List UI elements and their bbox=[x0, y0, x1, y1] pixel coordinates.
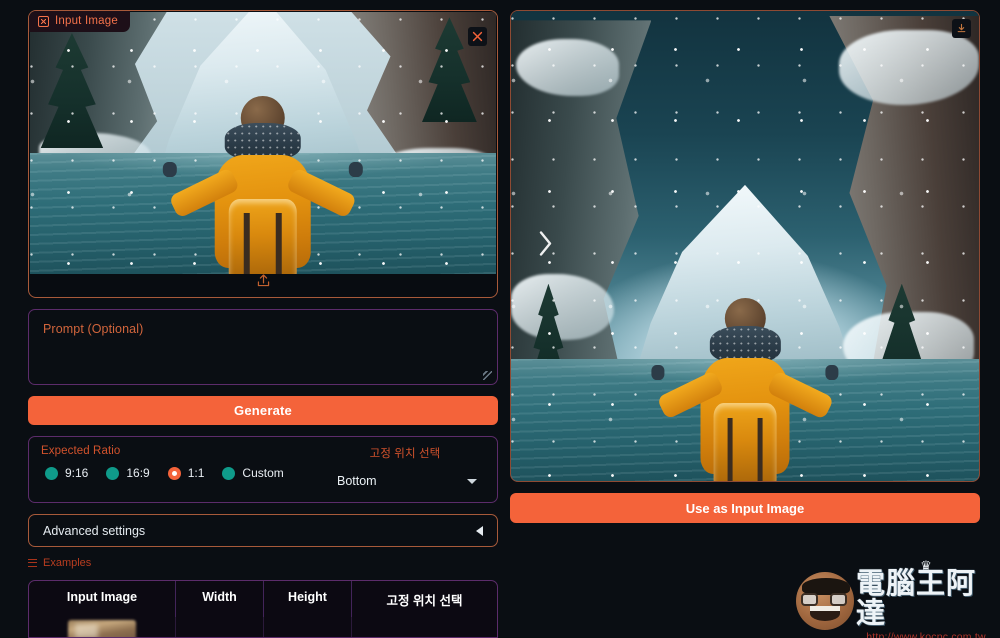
left-column: Input Image Prompt (Optional) Generate E… bbox=[28, 10, 498, 638]
right-column: Use as Input Image bbox=[510, 10, 980, 638]
right-mitten bbox=[825, 365, 839, 380]
ratio-option-label: 9:16 bbox=[65, 466, 89, 481]
chevron-down-icon[interactable] bbox=[467, 478, 477, 484]
radio-icon[interactable] bbox=[222, 466, 236, 480]
chevron-right-icon[interactable] bbox=[537, 229, 555, 264]
result-scene bbox=[511, 11, 979, 481]
cell-position bbox=[352, 617, 497, 637]
radio-icon[interactable] bbox=[106, 466, 120, 480]
position-value: Bottom bbox=[337, 474, 377, 489]
advanced-settings-toggle[interactable]: Advanced settings bbox=[28, 514, 498, 547]
examples-label: Examples bbox=[43, 556, 92, 569]
result-image-card[interactable] bbox=[510, 10, 980, 482]
input-scene bbox=[30, 12, 496, 274]
expected-ratio-label: Expected Ratio bbox=[41, 445, 121, 458]
position-label: 고정 위치 선택 bbox=[369, 448, 441, 461]
hiker-figure bbox=[162, 95, 364, 274]
position-select[interactable]: Bottom bbox=[325, 470, 485, 492]
input-image-preview bbox=[30, 12, 496, 274]
generate-button[interactable]: Generate bbox=[28, 396, 498, 426]
left-mitten bbox=[162, 161, 177, 178]
column-header-input-image: Input Image bbox=[29, 580, 176, 617]
close-icon[interactable] bbox=[468, 27, 487, 46]
prompt-placeholder: Prompt (Optional) bbox=[43, 321, 144, 336]
ratio-option-label: Custom bbox=[242, 466, 284, 481]
download-icon[interactable] bbox=[952, 19, 971, 38]
backpack bbox=[228, 198, 298, 274]
upload-row[interactable] bbox=[30, 265, 496, 296]
list-icon bbox=[28, 558, 37, 567]
table-header-row: Input Image Width Height 고정 위치 선택 bbox=[29, 580, 497, 617]
position-group: 고정 위치 선택 Bottom bbox=[325, 445, 485, 492]
chevron-left-icon[interactable] bbox=[476, 525, 483, 536]
input-image-tag: Input Image bbox=[29, 11, 130, 32]
left-mitten bbox=[651, 365, 665, 380]
ratio-option-1-1[interactable]: 1:1 bbox=[167, 466, 205, 481]
ratio-radio-row: 9:16 16:9 1:1 Custom bbox=[41, 466, 325, 480]
upload-icon[interactable] bbox=[256, 273, 271, 288]
close-glyph bbox=[472, 31, 483, 42]
radio-icon[interactable] bbox=[45, 466, 58, 480]
ratio-option-label: 1:1 bbox=[187, 466, 205, 481]
example-thumbnail[interactable] bbox=[68, 619, 136, 637]
examples-header[interactable]: Examples bbox=[28, 557, 498, 569]
ratio-option-custom[interactable]: Custom bbox=[222, 466, 284, 481]
advanced-settings-label: Advanced settings bbox=[43, 523, 146, 538]
ratio-panel: Expected Ratio 9:16 16:9 1:1 Custom 고정 위… bbox=[28, 436, 498, 504]
ratio-option-9-16[interactable]: 9:16 bbox=[45, 466, 88, 480]
hiker-figure bbox=[651, 297, 839, 481]
backpack bbox=[713, 402, 777, 481]
table-row[interactable] bbox=[29, 616, 497, 637]
column-header-height: Height bbox=[264, 580, 352, 617]
ratio-option-label: 16:9 bbox=[126, 466, 150, 481]
column-header-position: 고정 위치 선택 bbox=[386, 593, 463, 608]
radio-icon-selected[interactable] bbox=[167, 466, 181, 480]
examples-table: Input Image Width Height 고정 위치 선택 bbox=[28, 579, 498, 638]
cell-height bbox=[264, 616, 352, 637]
prompt-input[interactable]: Prompt (Optional) bbox=[28, 308, 498, 386]
image-icon bbox=[38, 15, 49, 27]
app-root: Input Image Prompt (Optional) Generate E… bbox=[0, 0, 1000, 638]
resize-handle[interactable] bbox=[483, 371, 492, 381]
column-header-width: Width bbox=[176, 580, 264, 617]
input-image-label: Input Image bbox=[55, 15, 118, 27]
ratio-group: Expected Ratio 9:16 16:9 1:1 Custom bbox=[41, 445, 325, 480]
download-glyph bbox=[957, 23, 966, 33]
right-mitten bbox=[349, 161, 364, 178]
ratio-option-16-9[interactable]: 16:9 bbox=[106, 466, 150, 481]
use-as-input-image-button[interactable]: Use as Input Image bbox=[510, 493, 980, 523]
cell-width bbox=[176, 616, 264, 637]
cell-input-image[interactable] bbox=[29, 616, 176, 637]
next-glyph bbox=[539, 231, 552, 256]
input-image-card[interactable]: Input Image bbox=[28, 10, 498, 298]
